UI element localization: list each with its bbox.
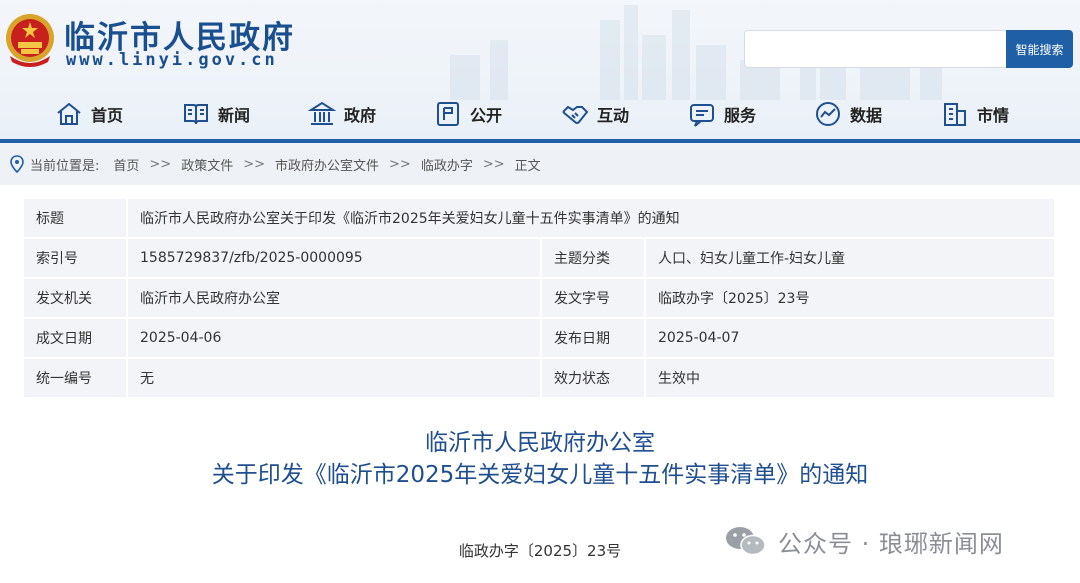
- info-value: 1585729837/zfb/2025-0000095: [126, 237, 542, 279]
- city-icon: [944, 103, 966, 126]
- document-title-line2: 关于印发《临沂市2025年关爱妇女儿童十五件实事清单》的通知: [211, 462, 869, 488]
- nav-label: 互动: [597, 106, 630, 125]
- info-key-title: 标题: [22, 197, 128, 239]
- breadcrumb-item-home[interactable]: 首页: [113, 155, 139, 174]
- table-row: 成文日期 2025-04-06 发布日期 2025-04-07: [22, 317, 1056, 359]
- document-title-line1: 临沂市人民政府办公室: [425, 430, 655, 456]
- nav-label: 市情: [977, 106, 1010, 125]
- info-key: 统一编号: [22, 357, 128, 399]
- nav-item-disclosure[interactable]: 公开: [434, 96, 502, 132]
- breadcrumb-item-current: 正文: [514, 158, 541, 174]
- info-value: 无: [126, 357, 542, 399]
- info-key: 发文机关: [22, 277, 128, 319]
- data-icon: [816, 102, 840, 126]
- smart-search-button[interactable]: 智能搜索: [1006, 30, 1073, 68]
- info-value: 临政办字〔2025〕23号: [644, 277, 1056, 319]
- breadcrumb-separator: >>: [149, 156, 172, 172]
- wechat-watermark: 公众号 · 琅琊新闻网: [724, 523, 1004, 559]
- info-value: 生效中: [644, 357, 1056, 399]
- info-value-title: 临沂市人民政府办公室关于印发《临沂市2025年关爱妇女儿童十五件实事清单》的通知: [126, 197, 1056, 239]
- breadcrumb-prefix: 当前位置是:: [30, 158, 100, 174]
- info-key: 发文字号: [540, 277, 646, 319]
- info-key: 主题分类: [540, 237, 646, 279]
- table-row: 索引号 1585729837/zfb/2025-0000095 主题分类 人口、…: [22, 237, 1056, 279]
- info-key: 索引号: [22, 237, 128, 279]
- info-key: 发布日期: [540, 317, 646, 359]
- info-value: 2025-04-07: [644, 317, 1056, 359]
- breadcrumb-item-linzheng[interactable]: 临政办字: [421, 155, 473, 174]
- nav-item-news[interactable]: 新闻: [182, 96, 250, 132]
- info-value: 临沂市人民政府办公室: [126, 277, 542, 319]
- table-row: 标题 临沂市人民政府办公室关于印发《临沂市2025年关爱妇女儿童十五件实事清单》…: [22, 197, 1056, 239]
- table-row: 统一编号 无 效力状态 生效中: [22, 357, 1056, 399]
- breadcrumb: 当前位置是: 首页 >> 政策文件 >> 市政府办公室文件 >> 临政办字 >>…: [0, 143, 1080, 185]
- service-icon: [690, 104, 714, 127]
- document-info-table: 标题 临沂市人民政府办公室关于印发《临沂市2025年关爱妇女儿童十五件实事清单》…: [22, 197, 1056, 399]
- breadcrumb-item-policy[interactable]: 政策文件: [181, 155, 233, 174]
- table-row: 发文机关 临沂市人民政府办公室 发文字号 临政办字〔2025〕23号: [22, 277, 1056, 319]
- nav-label: 政府: [344, 106, 377, 125]
- breadcrumb-item-office-docs[interactable]: 市政府办公室文件: [275, 155, 379, 174]
- nav-item-service[interactable]: 服务: [688, 96, 756, 132]
- nav-label: 服务: [724, 106, 757, 125]
- handshake-icon: [562, 105, 589, 124]
- nav-label: 首页: [91, 106, 124, 125]
- wechat-icon: [726, 527, 766, 556]
- info-key: 效力状态: [540, 357, 646, 399]
- national-emblem-icon: [6, 14, 54, 67]
- nav-item-interaction[interactable]: 互动: [561, 96, 629, 132]
- nav-item-data[interactable]: 数据: [814, 96, 882, 132]
- search-input[interactable]: [744, 30, 1006, 68]
- nav-item-home[interactable]: 首页: [55, 96, 123, 132]
- disclosure-icon: [437, 102, 459, 126]
- home-icon: [57, 102, 81, 125]
- location-pin-icon: [10, 155, 24, 173]
- site-domain: www.linyi.gov.cn: [66, 50, 278, 70]
- info-key: 成文日期: [22, 317, 128, 359]
- document-title: 临沂市人民政府办公室 关于印发《临沂市2025年关爱妇女儿童十五件实事清单》的通…: [0, 427, 1080, 491]
- government-building-icon: [308, 101, 336, 125]
- breadcrumb-separator: >>: [482, 156, 505, 172]
- news-icon: [184, 104, 208, 125]
- nav-label: 数据: [850, 106, 883, 125]
- main-nav: 首页 新闻 政府 公开 互动 服务 数据 市情: [0, 96, 1080, 132]
- nav-label: 公开: [470, 106, 503, 125]
- nav-label: 新闻: [218, 106, 251, 125]
- watermark-text: 公众号 · 琅琊新闻网: [778, 529, 1004, 558]
- site-header: 临沂市人民政府 www.linyi.gov.cn 智能搜索 首页 新闻 政府 公…: [0, 0, 1080, 143]
- info-value: 人口、妇女儿童工作-妇女儿童: [644, 237, 1056, 279]
- nav-item-city[interactable]: 市情: [941, 96, 1009, 132]
- nav-item-government[interactable]: 政府: [308, 96, 376, 132]
- info-value: 2025-04-06: [126, 317, 542, 359]
- breadcrumb-separator: >>: [243, 156, 266, 172]
- breadcrumb-separator: >>: [389, 156, 411, 172]
